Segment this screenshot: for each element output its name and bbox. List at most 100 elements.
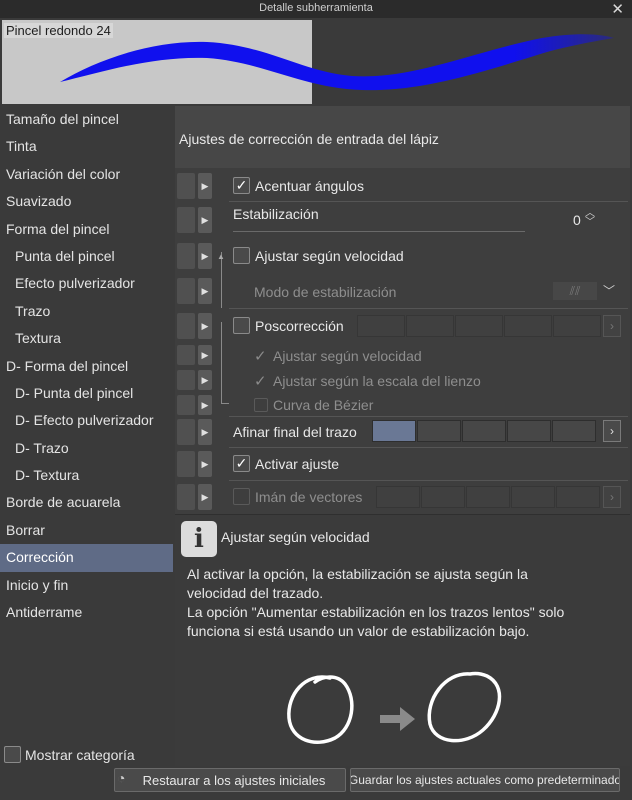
row-acentuar: ▶ ✓ Acentuar ángulos (175, 172, 630, 200)
chevron-right-icon[interactable]: › (603, 420, 621, 442)
lock-icon[interactable] (177, 345, 195, 365)
pos-bezier-checkbox[interactable] (254, 398, 268, 412)
sidebar-item[interactable]: D- Efecto pulverizador (0, 407, 175, 434)
lock-icon[interactable] (177, 278, 195, 304)
sidebar-item[interactable]: Efecto pulverizador (0, 270, 175, 297)
sidebar-item[interactable]: Borde de acuarela (0, 489, 175, 516)
level-segment[interactable] (507, 420, 551, 442)
afinar-levels[interactable] (372, 420, 596, 442)
expand-arrow-icon[interactable]: ▶ (198, 395, 212, 415)
pos-escala-toggle[interactable]: ✓ Ajustar según la escala del lienzo (254, 372, 481, 390)
estabilizacion-value[interactable]: 0 (573, 212, 581, 228)
row-pos-velocidad: ▶ ✓ Ajustar según velocidad (175, 344, 630, 368)
reset-icon: ◔ (117, 770, 126, 786)
show-category-toggle[interactable]: Mostrar categoría (4, 746, 135, 763)
lock-icon[interactable] (177, 243, 195, 269)
modo-estabilizacion-label: Modo de estabilización (254, 284, 397, 300)
level-segment[interactable] (357, 315, 405, 337)
lock-icon[interactable] (177, 395, 195, 415)
acentuar-checkbox[interactable]: ✓ (233, 177, 250, 194)
sidebar-item[interactable]: Suavizado (0, 188, 175, 215)
level-segment[interactable] (466, 486, 510, 508)
sidebar-item[interactable]: Tamaño del pincel (0, 106, 175, 133)
sidebar-item[interactable]: Tinta (0, 133, 175, 160)
lock-icon[interactable] (177, 313, 195, 339)
pos-velocidad-toggle[interactable]: ✓ Ajustar según velocidad (254, 347, 422, 365)
level-segment[interactable] (376, 486, 420, 508)
chevron-down-icon[interactable]: ﹀ (603, 282, 615, 299)
level-segment[interactable] (511, 486, 555, 508)
level-segment[interactable] (372, 420, 416, 442)
sidebar-item[interactable]: Variación del color (0, 161, 175, 188)
poscorreccion-levels[interactable] (357, 315, 601, 337)
stepper-icon[interactable]: ︿ ﹀ (585, 209, 595, 228)
sidebar-item[interactable]: Inicio y fin (0, 572, 175, 599)
save-defaults-button[interactable]: Guardar los ajustes actuales como predet… (350, 768, 620, 792)
iman-vectores-toggle[interactable]: Imán de vectores (233, 488, 362, 505)
pos-velocidad-check-icon[interactable]: ✓ (254, 347, 268, 365)
show-category-label: Mostrar categoría (25, 746, 135, 763)
level-segment[interactable] (406, 315, 454, 337)
expand-arrow-icon[interactable]: ▶ (198, 419, 212, 445)
help-body: Al activar la opción, la estabilización … (187, 565, 617, 641)
sidebar-item[interactable]: D- Trazo (0, 435, 175, 462)
estabilizacion-slider[interactable] (233, 231, 525, 232)
expand-arrow-icon[interactable]: ▶ (198, 484, 212, 510)
sidebar-item[interactable]: Antiderrame (0, 599, 175, 626)
poscorreccion-toggle[interactable]: Poscorrección (233, 317, 344, 334)
lock-icon[interactable] (177, 207, 195, 233)
sidebar-item[interactable]: Forma del pincel (0, 216, 175, 243)
poscorreccion-checkbox[interactable] (233, 317, 250, 334)
level-segment[interactable] (417, 420, 461, 442)
acentuar-toggle[interactable]: ✓ Acentuar ángulos (233, 177, 364, 194)
info-icon: i (181, 521, 217, 557)
reset-button[interactable]: ◔ Restaurar a los ajustes iniciales (114, 768, 346, 792)
pos-escala-label: Ajustar según la escala del lienzo (273, 373, 481, 389)
pos-bezier-toggle[interactable]: Curva de Bézier (254, 397, 373, 413)
lock-icon[interactable] (177, 173, 195, 199)
expand-arrow-icon[interactable]: ▶ (198, 173, 212, 199)
close-icon[interactable]: ✕ (611, 0, 624, 18)
level-segment[interactable] (421, 486, 465, 508)
ajustar-velocidad-toggle[interactable]: Ajustar según velocidad (233, 247, 404, 264)
sidebar-item[interactable]: Textura (0, 325, 175, 352)
sidebar-item[interactable]: D- Punta del pincel (0, 380, 175, 407)
expand-arrow-icon[interactable]: ▶ (198, 313, 212, 339)
lock-icon[interactable] (177, 484, 195, 510)
level-segment[interactable] (553, 315, 601, 337)
stroke-mode-icon[interactable]: ⫽⫽ (553, 282, 597, 300)
iman-levels[interactable] (376, 486, 600, 508)
row-poscorreccion: ▶ Poscorrección › (175, 312, 630, 340)
expand-arrow-icon[interactable]: ▶ (198, 278, 212, 304)
level-segment[interactable] (462, 420, 506, 442)
lock-icon[interactable] (177, 370, 195, 390)
pos-escala-check-icon[interactable]: ✓ (254, 372, 268, 390)
iman-vectores-checkbox[interactable] (233, 488, 250, 505)
expand-arrow-icon[interactable]: ▶ (198, 345, 212, 365)
ajustar-velocidad-checkbox[interactable] (233, 247, 250, 264)
chevron-right-icon[interactable]: › (603, 315, 621, 337)
sidebar-item[interactable]: D- Forma del pincel (0, 353, 175, 380)
show-category-checkbox[interactable] (4, 746, 21, 763)
level-segment[interactable] (552, 420, 596, 442)
row-pos-escala: ▶ ✓ Ajustar según la escala del lienzo (175, 369, 630, 393)
level-segment[interactable] (504, 315, 552, 337)
expand-arrow-icon[interactable]: ▶ (198, 370, 212, 390)
arrow-right-icon (380, 707, 415, 731)
chevron-right-icon[interactable]: › (603, 486, 621, 508)
lock-icon[interactable] (177, 451, 195, 477)
activar-ajuste-checkbox[interactable]: ✓ (233, 455, 250, 472)
acentuar-label: Acentuar ángulos (255, 177, 364, 194)
level-segment[interactable] (556, 486, 600, 508)
expand-arrow-icon[interactable]: ▶ (198, 207, 212, 233)
sidebar-item[interactable]: Trazo (0, 298, 175, 325)
sidebar-item[interactable]: Punta del pincel (0, 243, 175, 270)
lock-icon[interactable] (177, 419, 195, 445)
expand-arrow-icon[interactable]: ▶ (198, 243, 212, 269)
sidebar-item[interactable]: Borrar (0, 517, 175, 544)
level-segment[interactable] (455, 315, 503, 337)
activar-ajuste-toggle[interactable]: ✓ Activar ajuste (233, 455, 339, 472)
sidebar-item[interactable]: D- Textura (0, 462, 175, 489)
expand-arrow-icon[interactable]: ▶ (198, 451, 212, 477)
sidebar-item[interactable]: Corrección (0, 544, 173, 572)
